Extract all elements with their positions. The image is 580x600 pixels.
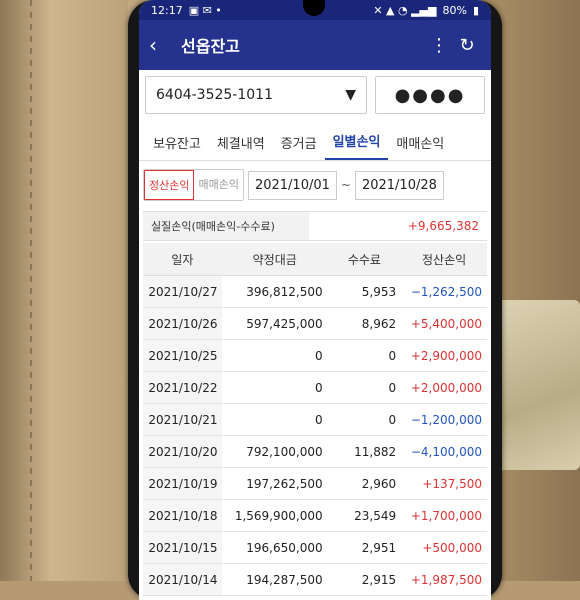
cell-pnl: +5,400,000: [401, 307, 487, 340]
summary-value: +9,665,382: [407, 219, 479, 233]
cell-date: 2021/10/15: [143, 531, 222, 564]
cell-pnl: −4,100,000: [401, 435, 487, 468]
table-row[interactable]: 2021/10/14 194,287,500 2,915 +1,987,500: [143, 563, 487, 596]
cell-fee: 5,953: [327, 275, 402, 308]
phone-case-right: [490, 0, 580, 581]
summary-row: 실질손익(매매손익-수수료) +9,665,382: [143, 211, 487, 241]
account-select[interactable]: 6404-3525-1011 ▼: [145, 76, 367, 114]
tab-margin[interactable]: 증거금: [273, 133, 325, 160]
cell-pnl: +137,500: [401, 467, 487, 500]
cell-amount: 196,650,000: [221, 531, 328, 564]
header-fee: 수수료: [327, 243, 402, 276]
password-field[interactable]: ●●●●: [375, 76, 485, 114]
daily-pnl-table: 일자 약정대금 수수료 정산손익 2021/10/27 396,812,500 5,…: [143, 243, 487, 596]
phone-screen: 12:17 ▣ ✉ • ✕ ▲ ◔ ▂▄▆ 80% ▮ ‹ 선옵잔고 ⋮ ↻ 6…: [139, 0, 491, 600]
cell-fee: 23,549: [327, 499, 402, 532]
cell-fee: 0: [327, 371, 402, 404]
cloth-strap: [494, 300, 580, 470]
cell-date: 2021/10/25: [143, 339, 222, 372]
back-arrow-icon[interactable]: ‹: [149, 33, 173, 57]
cell-fee: 2,960: [327, 467, 402, 500]
cell-date: 2021/10/27: [143, 275, 222, 308]
table-header: 일자 약정대금 수수료 정산손익: [143, 243, 487, 276]
cell-amount: 194,287,500: [221, 563, 328, 596]
phone-case-left: [0, 0, 128, 581]
cell-pnl: +2,900,000: [401, 339, 487, 372]
cell-fee: 0: [327, 339, 402, 372]
start-date-field[interactable]: 2021/10/01: [247, 170, 337, 200]
status-time: 12:17: [151, 3, 183, 17]
cell-pnl: +1,700,000: [401, 499, 487, 532]
cell-amount: 0: [221, 403, 328, 436]
header-amount: 약정대금: [221, 243, 328, 276]
cell-date: 2021/10/20: [143, 435, 222, 468]
header-pnl: 정산손익: [401, 243, 487, 276]
filter-row: 정산손익 매매손익 2021/10/01 ~ 2021/10/28: [139, 161, 491, 209]
cell-pnl: +2,000,000: [401, 371, 487, 404]
cell-date: 2021/10/14: [143, 563, 222, 596]
date-range-separator: ~: [340, 178, 351, 192]
refresh-icon[interactable]: ↻: [453, 35, 481, 56]
table-row[interactable]: 2021/10/21 0 0 −1,200,000: [143, 403, 487, 436]
option-settlement-pnl[interactable]: 정산손익: [144, 170, 195, 200]
option-trading-pnl[interactable]: 매매손익: [194, 170, 242, 200]
tab-trading-pnl[interactable]: 매매손익: [388, 133, 452, 160]
tab-holdings[interactable]: 보유잔고: [145, 133, 209, 160]
table-row[interactable]: 2021/10/18 1,569,900,000 23,549 +1,700,000: [143, 499, 487, 532]
end-date-field[interactable]: 2021/10/28: [354, 170, 444, 200]
cell-fee: 11,882: [327, 435, 402, 468]
cell-pnl: −1,200,000: [401, 403, 487, 436]
cell-fee: 8,962: [327, 307, 402, 340]
cell-fee: 0: [327, 403, 402, 436]
cell-date: 2021/10/18: [143, 499, 222, 532]
cell-amount: 0: [221, 371, 328, 404]
cell-amount: 396,812,500: [221, 275, 328, 308]
cell-pnl: −1,262,500: [401, 275, 487, 308]
table-row[interactable]: 2021/10/26 597,425,000 8,962 +5,400,000: [143, 307, 487, 340]
account-row: 6404-3525-1011 ▼ ●●●●: [139, 70, 491, 120]
header-date: 일자: [143, 243, 222, 276]
more-menu-icon[interactable]: ⋮: [425, 35, 453, 56]
account-number: 6404-3525-1011: [156, 87, 273, 103]
cell-date: 2021/10/19: [143, 467, 222, 500]
summary-label: 실질손익(매매손익-수수료): [143, 212, 309, 240]
app-bar: ‹ 선옵잔고 ⋮ ↻: [139, 20, 491, 70]
battery-level: 80%: [442, 3, 467, 17]
table-row[interactable]: 2021/10/22 0 0 +2,000,000: [143, 371, 487, 404]
page-title: 선옵잔고: [181, 37, 240, 56]
cell-pnl: +500,000: [401, 531, 487, 564]
cell-amount: 0: [221, 339, 328, 372]
table-row[interactable]: 2021/10/27 396,812,500 5,953 −1,262,500: [143, 275, 487, 308]
table-row[interactable]: 2021/10/15 196,650,000 2,951 +500,000: [143, 531, 487, 564]
tab-bar: 보유잔고 체결내역 증거금 일별손익 매매손익: [139, 126, 491, 161]
cell-amount: 597,425,000: [221, 307, 328, 340]
cell-fee: 2,915: [327, 563, 402, 596]
battery-icon: ▮: [472, 3, 479, 17]
cell-fee: 2,951: [327, 531, 402, 564]
cell-date: 2021/10/26: [143, 307, 222, 340]
tab-executions[interactable]: 체결내역: [209, 133, 273, 160]
cell-pnl: +1,987,500: [401, 563, 487, 596]
cell-amount: 197,262,500: [221, 467, 328, 500]
tab-daily-pnl[interactable]: 일별손익: [324, 131, 389, 160]
pnl-type-toggle: 정산손익 매매손익: [143, 169, 244, 201]
notification-icons: ▣ ✉ •: [188, 3, 222, 17]
cell-amount: 1,569,900,000: [221, 499, 328, 532]
table-row[interactable]: 2021/10/20 792,100,000 11,882 −4,100,000: [143, 435, 487, 468]
cell-date: 2021/10/22: [143, 371, 222, 404]
case-stitching: [30, 0, 32, 581]
table-row[interactable]: 2021/10/19 197,262,500 2,960 +137,500: [143, 467, 487, 500]
cell-date: 2021/10/21: [143, 403, 222, 436]
dropdown-arrow-icon: ▼: [345, 87, 356, 103]
phone-body: 12:17 ▣ ✉ • ✕ ▲ ◔ ▂▄▆ 80% ▮ ‹ 선옵잔고 ⋮ ↻ 6…: [128, 0, 502, 600]
signal-icons: ✕ ▲ ◔ ▂▄▆: [373, 3, 437, 17]
cell-amount: 792,100,000: [221, 435, 328, 468]
table-row[interactable]: 2021/10/25 0 0 +2,900,000: [143, 339, 487, 372]
